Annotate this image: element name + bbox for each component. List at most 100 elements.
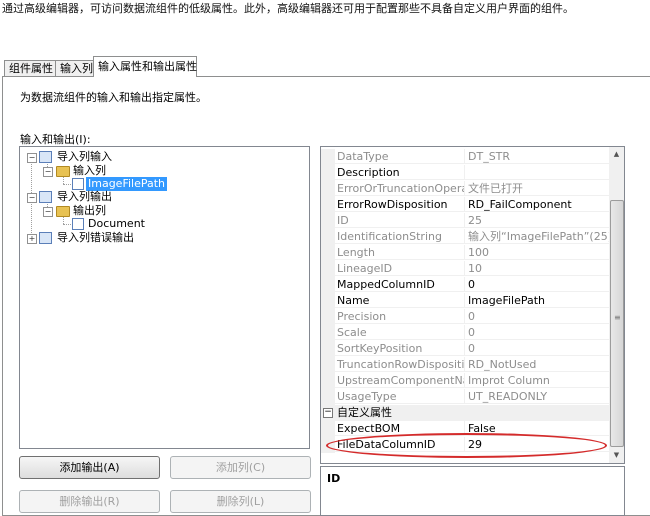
panel-description: 为数据流组件的输入和输出指定属性。	[20, 91, 207, 104]
row-margin	[321, 197, 335, 213]
property-row[interactable]: UpstreamComponentNamImprot Column	[321, 373, 609, 389]
row-margin	[321, 309, 335, 325]
inputs-outputs-label: 输入和输出(I):	[20, 133, 91, 146]
property-row[interactable]: SortKeyPosition 0	[321, 341, 609, 357]
property-name: UsageType	[335, 389, 465, 404]
tree-node-import-error-output[interactable]: + 导入列错误输出	[20, 231, 300, 245]
row-margin	[321, 357, 335, 373]
tab-input-columns[interactable]: 输入列	[55, 60, 94, 76]
tree-node-image-file-path[interactable]: ImageFilePath	[20, 177, 300, 191]
row-margin	[321, 341, 335, 357]
property-value[interactable]: ImageFilePath	[465, 293, 609, 308]
collapse-icon[interactable]: −	[27, 193, 37, 203]
row-margin	[321, 437, 335, 453]
property-row[interactable]: Description	[321, 165, 609, 181]
property-value: 0	[465, 309, 609, 324]
property-name: UpstreamComponentNam	[335, 373, 465, 388]
tree-node-label: 输出列	[73, 204, 106, 217]
folder-icon	[56, 166, 70, 177]
row-margin	[321, 181, 335, 197]
tree-node-label: 输入列	[73, 164, 106, 177]
scroll-up-arrow-icon[interactable]: ▲	[609, 147, 624, 162]
scroll-down-arrow-icon[interactable]: ▼	[609, 448, 624, 463]
property-row[interactable]: TruncationRowDisposition RD_NotUsed	[321, 357, 609, 373]
expand-icon[interactable]: +	[27, 234, 37, 244]
property-row[interactable]: Name ImageFilePath	[321, 293, 609, 309]
property-row[interactable]: DataType DT_STR	[321, 149, 609, 165]
property-row[interactable]: ExpectBOM False	[321, 421, 609, 437]
property-name: Description	[335, 165, 465, 180]
property-name: ErrorRowDisposition	[335, 197, 465, 212]
property-name: IdentificationString	[335, 229, 465, 244]
row-margin	[321, 229, 335, 245]
remove-column-button[interactable]: 删除列(L)	[170, 490, 311, 513]
property-row[interactable]: LineageID 10	[321, 261, 609, 277]
add-column-button[interactable]: 添加列(C)	[170, 456, 311, 479]
tree-node-label: 导入列输出	[57, 190, 112, 203]
row-margin	[321, 325, 335, 341]
column-icon	[72, 178, 84, 190]
property-name: ID	[335, 213, 465, 228]
property-name: SortKeyPosition	[335, 341, 465, 356]
property-name: ExpectBOM	[335, 421, 465, 436]
tree-node-output-columns[interactable]: − 输出列	[20, 204, 300, 218]
property-name: Name	[335, 293, 465, 308]
property-value: 25	[465, 213, 609, 228]
vertical-scrollbar[interactable]: ▲ ≡ ▼	[609, 147, 624, 463]
row-margin	[321, 277, 335, 293]
output-icon	[39, 191, 52, 203]
tree-node-import-input[interactable]: − 导入列输入	[20, 150, 300, 164]
property-value: 10	[465, 261, 609, 276]
property-row[interactable]: FileDataColumnID 29	[321, 437, 609, 453]
property-value: 输入列“ImageFilePath”(25)	[465, 229, 609, 244]
row-margin	[321, 421, 335, 437]
property-row[interactable]: ErrorRowDisposition RD_FailComponent	[321, 197, 609, 213]
property-value[interactable]: 29	[465, 437, 609, 452]
row-margin	[321, 373, 335, 389]
property-row[interactable]: Length 100	[321, 245, 609, 261]
property-row[interactable]: ErrorOrTruncationOperati 文件已打开	[321, 181, 609, 197]
inputs-outputs-tree[interactable]: − 导入列输入 − 输入列 ImageFilePath − 导入列输出 − 输出…	[19, 146, 310, 449]
scroll-thumb[interactable]: ≡	[610, 200, 624, 447]
collapse-icon[interactable]: −	[43, 207, 53, 217]
tree-node-input-columns[interactable]: − 输入列	[20, 164, 300, 178]
remove-output-button[interactable]: 删除输出(R)	[19, 490, 160, 513]
intro-text: 通过高级编辑器，可访问数据流组件的低级属性。此外，高级编辑器还可用于配置那些不具…	[2, 2, 574, 15]
collapse-icon[interactable]: −	[323, 408, 333, 418]
tree-node-document[interactable]: Document	[20, 217, 300, 231]
property-name: Length	[335, 245, 465, 260]
property-row[interactable]: MappedColumnID 0	[321, 277, 609, 293]
property-value[interactable]	[465, 165, 609, 180]
property-name: FileDataColumnID	[335, 437, 465, 452]
tree-node-label: 导入列错误输出	[57, 231, 134, 244]
property-name: TruncationRowDisposition	[335, 357, 465, 372]
property-row[interactable]: IdentificationString 输入列“ImageFilePath”(2…	[321, 229, 609, 245]
row-margin	[321, 213, 335, 229]
property-row[interactable]: Scale 0	[321, 325, 609, 341]
category-custom-properties[interactable]: − 自定义属性	[321, 405, 609, 421]
property-help-box: ID	[320, 466, 625, 516]
tab-component-properties[interactable]: 组件属性	[4, 60, 56, 76]
property-name: ErrorOrTruncationOperati	[335, 181, 465, 196]
property-row[interactable]: ID 25	[321, 213, 609, 229]
property-value[interactable]: 0	[465, 277, 609, 292]
tree-node-import-output[interactable]: − 导入列输出	[20, 190, 300, 204]
tree-line	[63, 224, 71, 225]
property-value: RD_NotUsed	[465, 357, 609, 372]
property-value: 100	[465, 245, 609, 260]
tree-node-label: ImageFilePath	[86, 177, 168, 191]
collapse-icon[interactable]: −	[43, 167, 53, 177]
property-row[interactable]: Precision 0	[321, 309, 609, 325]
property-value[interactable]: RD_FailComponent	[465, 197, 609, 212]
property-value[interactable]: False	[465, 421, 609, 436]
row-margin	[321, 293, 335, 309]
property-row[interactable]: UsageType UT_READONLY	[321, 389, 609, 405]
tab-input-output-properties[interactable]: 输入属性和输出属性	[93, 56, 197, 77]
property-value: DT_STR	[465, 149, 609, 164]
row-margin	[321, 165, 335, 181]
add-output-button[interactable]: 添加输出(A)	[19, 456, 160, 479]
collapse-icon[interactable]: −	[27, 153, 37, 163]
property-grid[interactable]: DataType DT_STR Description ErrorOrTruncati…	[320, 146, 625, 464]
row-margin	[321, 261, 335, 277]
row-margin	[321, 149, 335, 165]
